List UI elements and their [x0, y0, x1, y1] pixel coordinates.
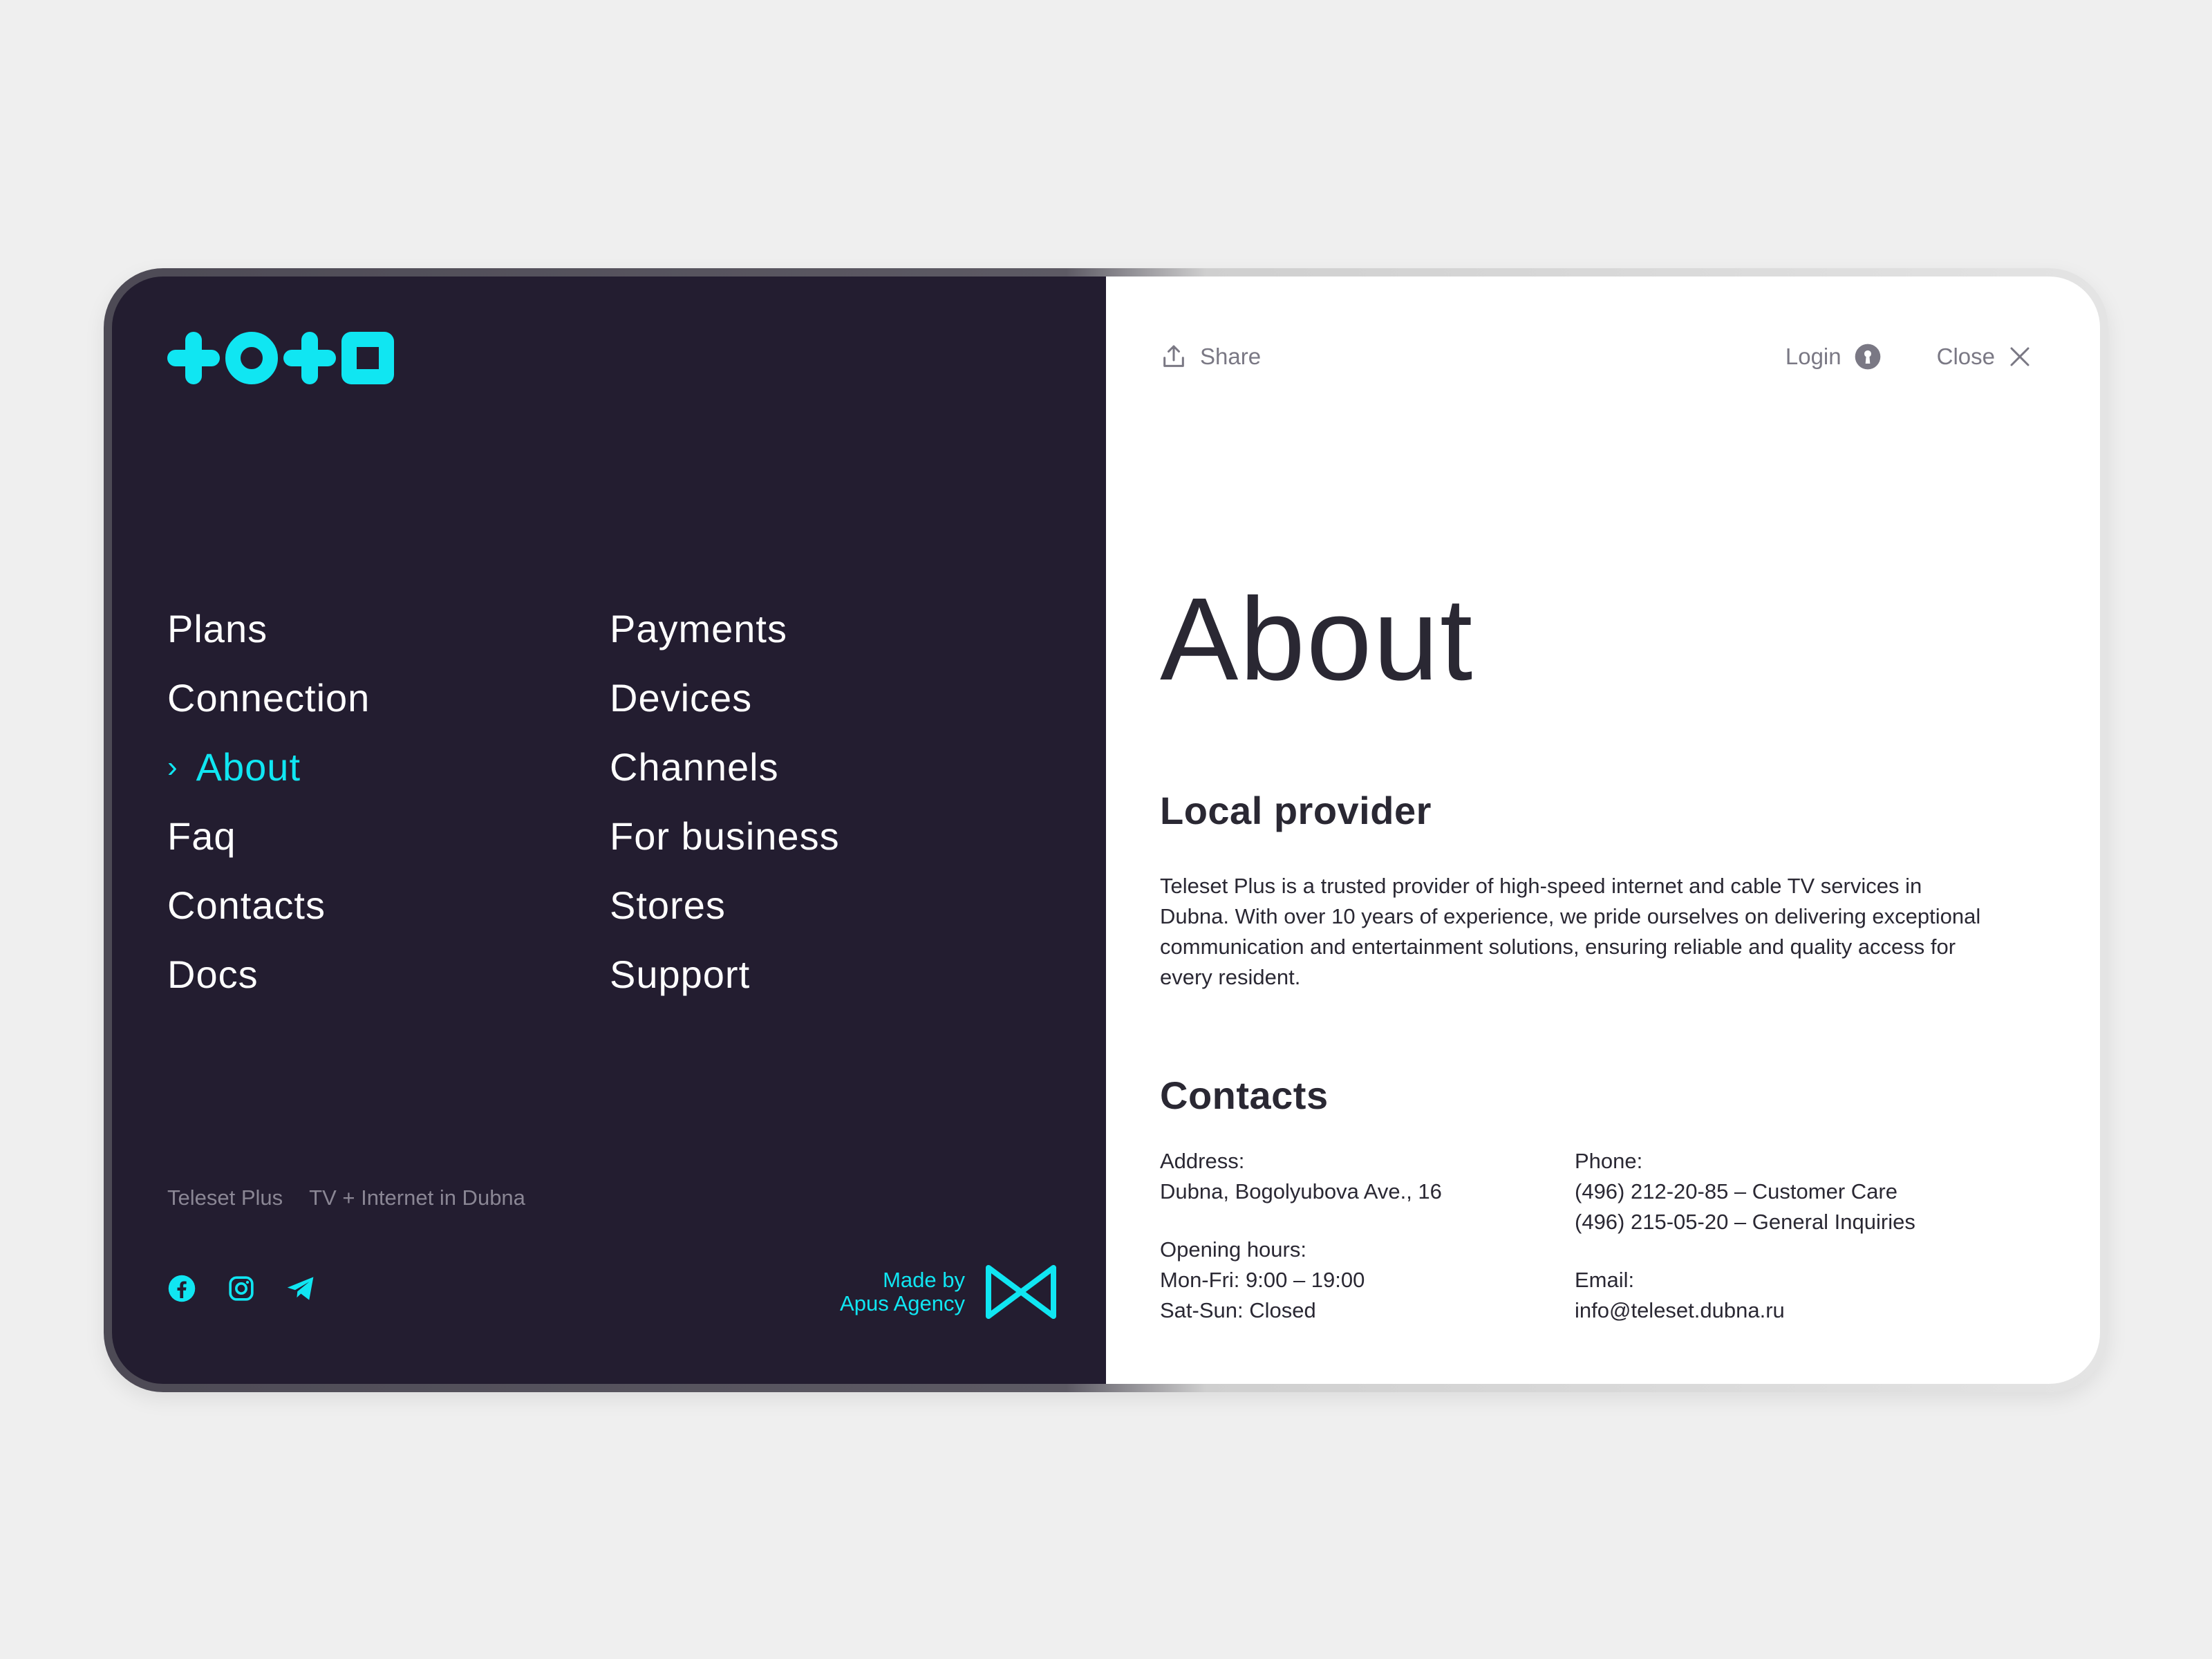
nav-item-devices[interactable]: Devices	[610, 664, 955, 733]
logo-ring-mark	[225, 332, 278, 384]
page-title: About	[1160, 574, 1474, 705]
main-nav: Plans Connection › About Faq Contacts Doc…	[167, 594, 955, 1009]
nav-item-label: Channels	[610, 745, 779, 789]
nav-item-label: Connection	[167, 676, 371, 720]
nav-column-1: Plans Connection › About Faq Contacts Doc…	[167, 594, 610, 1009]
nav-item-connection[interactable]: Connection	[167, 664, 610, 733]
nav-item-label: About	[196, 745, 301, 789]
nav-column-2: Payments Devices Channels For business S…	[610, 594, 955, 1009]
logo-plus-mark	[283, 332, 336, 384]
window-frame: Plans Connection › About Faq Contacts Doc…	[104, 268, 2108, 1392]
agency-name: Apus Agency	[840, 1291, 965, 1315]
telegram-icon[interactable]	[286, 1274, 315, 1303]
chevron-right-icon: ›	[167, 750, 178, 784]
address-label: Address:	[1160, 1149, 1245, 1173]
menu-panel: Plans Connection › About Faq Contacts Doc…	[112, 276, 1106, 1384]
nav-item-channels[interactable]: Channels	[610, 733, 955, 802]
login-button[interactable]: Login	[1785, 343, 1882, 371]
nav-item-payments[interactable]: Payments	[610, 594, 955, 664]
nav-item-label: Contacts	[167, 883, 326, 927]
hours-weekday: Mon-Fri: 9:00 – 19:00	[1160, 1268, 1365, 1292]
nav-item-label: For business	[610, 814, 840, 858]
phone-link-customer-care[interactable]: (496) 212-20-85 – Customer Care	[1575, 1177, 1915, 1207]
address-value: Dubna, Bogolyubova Ave., 16	[1160, 1179, 1442, 1203]
logo-square-mark	[341, 332, 394, 384]
brand-tagline: TV + Internet in Dubna	[309, 1185, 525, 1210]
phone-link-general-inquiries[interactable]: (496) 215-05-20 – General Inquiries	[1575, 1207, 1915, 1237]
section-title-local-provider: Local provider	[1160, 789, 1432, 832]
logo[interactable]	[167, 332, 394, 384]
nav-item-label: Faq	[167, 814, 236, 858]
nav-item-support[interactable]: Support	[610, 940, 955, 1009]
facebook-icon[interactable]	[167, 1274, 196, 1303]
hours-label: Opening hours:	[1160, 1237, 1306, 1262]
nav-item-stores[interactable]: Stores	[610, 871, 955, 940]
content-panel: Share Login Close About Local provider T…	[1106, 276, 2100, 1384]
contacts-column-right: Phone: (496) 212-20-85 – Customer Care (…	[1575, 1146, 1915, 1353]
nav-item-label: Plans	[167, 607, 268, 650]
close-icon	[2010, 347, 2030, 366]
nav-item-label: Payments	[610, 607, 787, 650]
instagram-icon[interactable]	[227, 1274, 256, 1303]
share-icon	[1163, 345, 1184, 367]
logo-plus-mark	[167, 332, 220, 384]
email-link[interactable]: info@teleset.dubna.ru	[1575, 1295, 1915, 1326]
nav-item-plans[interactable]: Plans	[167, 594, 610, 664]
nav-item-faq[interactable]: Faq	[167, 802, 610, 871]
nav-item-label: Stores	[610, 883, 726, 927]
about-paragraph: Teleset Plus is a trusted provider of hi…	[1160, 874, 1981, 989]
nav-item-contacts[interactable]: Contacts	[167, 871, 610, 940]
close-button[interactable]: Close	[1937, 344, 2032, 370]
made-by-line: Made by	[883, 1268, 965, 1292]
nav-item-for-business[interactable]: For business	[610, 802, 955, 871]
hours-block: Opening hours: Mon-Fri: 9:00 – 19:00 Sat…	[1160, 1235, 1442, 1326]
contacts-column-left: Address: Dubna, Bogolyubova Ave., 16 Ope…	[1160, 1146, 1442, 1353]
nav-item-docs[interactable]: Docs	[167, 940, 610, 1009]
nav-item-about[interactable]: › About	[167, 733, 610, 802]
content-topbar: Share Login Close	[1160, 343, 2032, 371]
login-label: Login	[1785, 344, 1841, 369]
phone-block: Phone: (496) 212-20-85 – Customer Care (…	[1575, 1146, 1915, 1237]
share-label: Share	[1200, 344, 1262, 369]
menu-window: Plans Connection › About Faq Contacts Doc…	[112, 276, 2100, 1384]
address-block: Address: Dubna, Bogolyubova Ave., 16	[1160, 1146, 1442, 1207]
made-by-link[interactable]: Made by Apus Agency	[840, 1264, 1058, 1320]
email-label: Email:	[1575, 1268, 1635, 1292]
keyhole-icon	[1855, 344, 1880, 370]
nav-item-label: Support	[610, 953, 751, 996]
made-by-text: Made by Apus Agency	[840, 1268, 965, 1315]
hours-weekend: Sat-Sun: Closed	[1160, 1298, 1316, 1322]
nav-item-label: Docs	[167, 953, 259, 996]
close-label: Close	[1936, 344, 1995, 369]
social-links	[167, 1274, 315, 1303]
email-block: Email: info@teleset.dubna.ru	[1575, 1265, 1915, 1326]
share-button[interactable]: Share	[1160, 343, 1261, 371]
section-title-contacts: Contacts	[1160, 1074, 1329, 1117]
brand-name: Teleset Plus	[167, 1185, 283, 1210]
apus-agency-logo-icon	[986, 1265, 1056, 1319]
nav-item-label: Devices	[610, 676, 753, 720]
phone-label: Phone:	[1575, 1149, 1643, 1173]
footer-meta: Teleset Plus TV + Internet in Dubna	[167, 1185, 525, 1210]
